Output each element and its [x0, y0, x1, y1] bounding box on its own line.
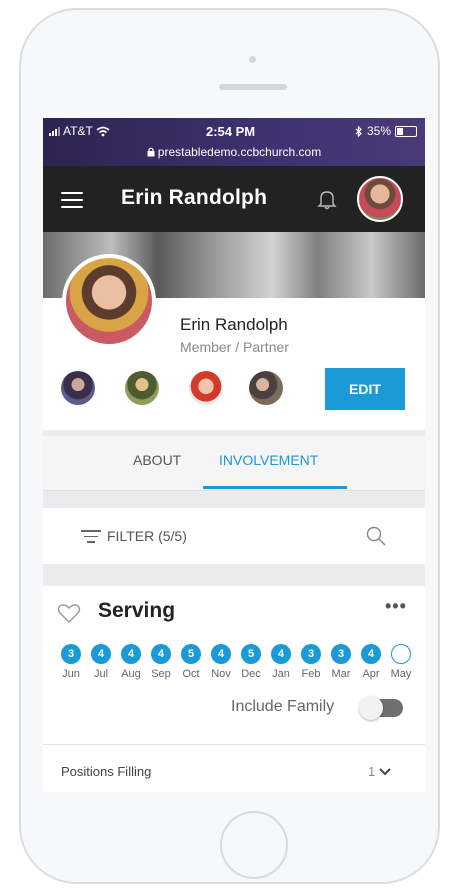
status-bar: AT&T 2:54 PM 35% prestabledemo.ccbchurch… [43, 118, 425, 166]
month-item[interactable]: 3 Mar [326, 644, 356, 680]
header-title: Erin Randolph [121, 186, 268, 209]
include-family-toggle[interactable] [359, 696, 403, 720]
positions-filling-label: Positions Filling [61, 764, 152, 779]
bell-icon[interactable] [317, 188, 337, 210]
family-avatar[interactable] [249, 371, 283, 405]
earpiece-speaker [219, 84, 287, 90]
month-item[interactable]: 4 Sep [146, 644, 176, 680]
positions-filling-toggle[interactable]: 1 [368, 764, 392, 779]
month-count-badge: 3 [301, 644, 321, 664]
tab-about[interactable]: ABOUT [133, 452, 181, 468]
month-item[interactable]: 3 Feb [296, 644, 326, 680]
heart-icon[interactable] [57, 602, 81, 624]
carrier-indicator: AT&T [49, 124, 110, 138]
profile-role: Member / Partner [180, 339, 289, 355]
month-label: Nov [211, 668, 231, 680]
month-item[interactable]: May [386, 644, 416, 680]
battery-icon [395, 125, 417, 137]
month-label: Mar [331, 668, 351, 680]
battery-percent: 35% [366, 124, 391, 138]
month-item[interactable]: 4 Aug [116, 644, 146, 680]
month-item[interactable]: 4 Jul [86, 644, 116, 680]
month-label: Dec [241, 668, 261, 680]
more-options-icon[interactable]: ••• [385, 596, 407, 617]
signal-icon [49, 126, 60, 136]
header-avatar[interactable] [357, 176, 403, 222]
month-count-badge: 4 [121, 644, 141, 664]
month-count-badge: 4 [271, 644, 291, 664]
month-item[interactable]: 3 Jun [56, 644, 86, 680]
hamburger-menu-icon[interactable] [61, 192, 83, 208]
month-item[interactable]: 4 Apr [356, 644, 386, 680]
month-label: Jan [272, 668, 290, 680]
include-family-label: Include Family [231, 698, 335, 715]
url-bar[interactable]: prestabledemo.ccbchurch.com [43, 145, 425, 159]
month-count-badge: 5 [241, 644, 261, 664]
app-header: Erin Randolph [43, 166, 425, 232]
month-label: Oct [182, 668, 200, 680]
url-text: prestabledemo.ccbchurch.com [157, 145, 322, 159]
positions-count: 1 [368, 764, 376, 779]
month-label: Sep [151, 668, 171, 680]
filter-icon[interactable] [81, 530, 101, 544]
family-avatar[interactable] [125, 371, 159, 405]
search-icon[interactable] [365, 525, 387, 547]
profile-avatar[interactable] [62, 254, 156, 348]
filter-bar: FILTER (5/5) [43, 508, 425, 564]
month-label: Aug [121, 668, 141, 680]
month-count-badge [391, 644, 411, 664]
status-time: 2:54 PM [206, 124, 256, 139]
serving-card: Serving ••• 3 Jun 4 Jul 4 Aug 4 Sep 5 Oc… [43, 586, 425, 792]
month-item[interactable]: 5 Dec [236, 644, 266, 680]
month-label: Jun [62, 668, 80, 680]
month-label: Apr [362, 668, 380, 680]
month-label: May [390, 668, 412, 680]
toggle-knob [359, 696, 383, 720]
tab-bar: ABOUT INVOLVEMENT [43, 436, 425, 491]
carrier-label: AT&T [63, 124, 93, 138]
battery-indicator: 35% [355, 124, 417, 138]
family-avatar[interactable] [61, 371, 95, 405]
month-item[interactable]: 5 Oct [176, 644, 206, 680]
month-count-badge: 5 [181, 644, 201, 664]
home-button[interactable] [220, 811, 288, 879]
month-label: Feb [301, 668, 321, 680]
divider [43, 744, 425, 745]
wifi-icon [96, 126, 110, 136]
month-count-badge: 3 [61, 644, 81, 664]
chevron-down-icon [379, 767, 391, 775]
phone-screen: AT&T 2:54 PM 35% prestabledemo.ccbchurch… [43, 118, 425, 792]
month-count-badge: 4 [151, 644, 171, 664]
bluetooth-icon [355, 125, 362, 137]
front-camera [249, 56, 256, 63]
lock-icon [147, 147, 155, 157]
serving-title: Serving [98, 599, 176, 622]
profile-name: Erin Randolph [180, 315, 288, 334]
filter-button[interactable]: FILTER (5/5) [107, 528, 187, 544]
month-count-badge: 4 [91, 644, 111, 664]
edit-button[interactable]: EDIT [325, 368, 405, 410]
month-item[interactable]: 4 Nov [206, 644, 236, 680]
tab-involvement[interactable]: INVOLVEMENT [219, 452, 318, 468]
month-count-badge: 4 [361, 644, 381, 664]
month-label: Jul [93, 668, 109, 680]
active-tab-indicator [203, 486, 347, 489]
month-count-badge: 4 [211, 644, 231, 664]
month-count-badge: 3 [331, 644, 351, 664]
month-item[interactable]: 4 Jan [266, 644, 296, 680]
family-avatar[interactable] [189, 371, 223, 405]
